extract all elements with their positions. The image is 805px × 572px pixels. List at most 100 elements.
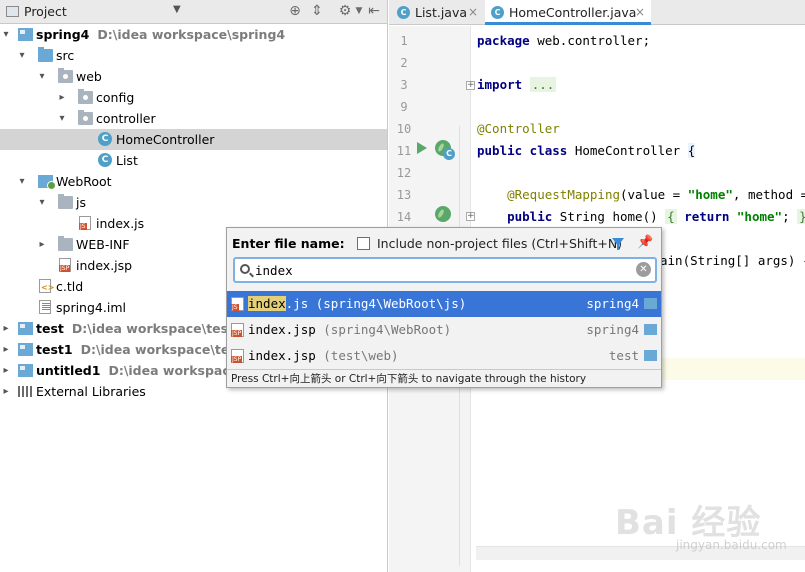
line-number: 1 [400, 34, 408, 48]
tree-item-label: List [116, 153, 138, 168]
tree-item-controller[interactable]: ▾ controller [0, 108, 387, 129]
file-search-input[interactable] [255, 261, 625, 279]
search-result-item[interactable]: JSP index.jsp (test\web) test [227, 343, 661, 369]
expand-arrow-icon[interactable]: ▾ [1, 24, 11, 45]
tab-homecontroller-java[interactable]: C HomeController.java × [485, 0, 651, 25]
tree-item-label: test [36, 321, 64, 336]
expand-arrow-icon[interactable]: ▾ [37, 66, 47, 87]
java-class-icon: C [98, 153, 112, 167]
result-match-text: index [248, 348, 286, 363]
package-icon [58, 68, 73, 83]
include-non-project-label[interactable]: Include non-project files (Ctrl+Shift+N) [377, 236, 622, 251]
result-match-text: index [248, 296, 286, 311]
module-icon [18, 364, 33, 377]
watermark-url: jingyan.baidu.com [676, 538, 787, 552]
collapsed-arrow-icon[interactable]: ▸ [37, 234, 47, 255]
result-match-text: index [248, 322, 286, 337]
search-result-item[interactable]: JS index.js (spring4\WebRoot\js) spring4 [227, 291, 661, 317]
project-panel-title[interactable]: Project [24, 4, 67, 19]
locate-target-icon[interactable]: ⊕ [287, 3, 303, 19]
line-number: 3 [400, 78, 408, 92]
java-class-icon: C [443, 148, 455, 160]
tree-item-label: spring4.iml [56, 300, 126, 315]
close-tab-icon[interactable]: × [635, 0, 645, 25]
js-file-icon: JS [231, 297, 244, 311]
js-file-icon: JS [79, 216, 91, 230]
code-line-13: @RequestMapping(value = "home", method =… [507, 187, 805, 202]
tree-item-label: External Libraries [36, 384, 146, 399]
file-search-box[interactable]: ✕ [233, 257, 657, 283]
tree-item-config[interactable]: ▸ config [0, 87, 387, 108]
run-gutter-icon[interactable] [417, 142, 427, 154]
source-folder-icon [38, 47, 53, 62]
goto-file-popup: Enter file name: Include non-project fil… [226, 227, 662, 388]
include-non-project-checkbox[interactable] [357, 237, 370, 250]
watermark-logo: Bai 经验 [615, 503, 762, 543]
line-number: 10 [396, 122, 412, 136]
result-path: (spring4\WebRoot\js) [308, 296, 467, 311]
result-path: (test\web) [315, 348, 399, 363]
expand-arrow-icon[interactable]: ▾ [17, 171, 27, 192]
result-module: spring4 [586, 322, 639, 337]
search-result-item[interactable]: JSP index.jsp (spring4\WebRoot) spring4 [227, 317, 661, 343]
java-class-icon: C [397, 6, 410, 19]
folder-icon [58, 236, 73, 251]
tree-item-js[interactable]: ▾ js [0, 192, 387, 213]
folded-imports[interactable]: ... [529, 77, 557, 92]
tree-item-homecontroller[interactable]: C HomeController [0, 129, 387, 150]
view-dropdown-icon[interactable]: ▼ [173, 4, 181, 15]
java-class-icon: C [491, 6, 504, 19]
tree-item-path: D:\idea workspace\spring4 [97, 27, 286, 42]
module-icon [18, 322, 33, 335]
tree-item-label: index.js [96, 216, 145, 231]
expand-arrow-icon[interactable]: ▾ [37, 192, 47, 213]
line-number: 9 [400, 100, 408, 114]
spring-bean-icon[interactable] [435, 206, 451, 222]
tree-item-webroot[interactable]: ▾ WebRoot [0, 171, 387, 192]
collapse-all-icon[interactable]: ⇕ [309, 3, 325, 19]
hide-panel-icon[interactable]: ⇤ [366, 3, 382, 19]
filter-icon[interactable] [612, 238, 624, 250]
tab-list-java[interactable]: C List.java × [393, 0, 481, 25]
clear-search-icon[interactable]: ✕ [636, 262, 651, 277]
tree-item-src[interactable]: ▾ src [0, 45, 387, 66]
line-number: 12 [396, 166, 412, 180]
tree-item-label: WEB-INF [76, 237, 130, 252]
code-line-14: public String home() { return "home"; } [477, 209, 805, 224]
code-line-10: @Controller [477, 121, 560, 136]
expand-arrow-icon[interactable]: ▾ [17, 45, 27, 66]
collapsed-arrow-icon[interactable]: ▸ [57, 87, 67, 108]
result-module: test [608, 348, 639, 363]
popup-hint: Press Ctrl+向上箭头 or Ctrl+向下箭头 to navigate… [227, 369, 661, 388]
collapsed-arrow-icon[interactable]: ▸ [1, 339, 11, 360]
collapsed-arrow-icon[interactable]: ▸ [1, 381, 11, 402]
settings-dropdown-icon[interactable]: ▼ [351, 3, 367, 19]
collapsed-arrow-icon[interactable]: ▸ [1, 360, 11, 381]
jsp-file-icon: JSP [231, 323, 244, 337]
collapsed-arrow-icon[interactable]: ▸ [1, 318, 11, 339]
tree-item-web[interactable]: ▾ web [0, 66, 387, 87]
jsp-file-icon: JSP [59, 258, 71, 272]
close-tab-icon[interactable]: × [468, 0, 478, 25]
editor-tab-bar: C List.java × C HomeController.java × [389, 0, 805, 25]
tree-item-label: WebRoot [56, 174, 112, 189]
line-number: 11 [396, 144, 412, 158]
expand-arrow-icon[interactable]: ▾ [57, 108, 67, 129]
tree-item-label: controller [96, 111, 156, 126]
folder-icon [58, 194, 73, 209]
result-rest-text: .jsp [285, 348, 316, 363]
result-path: (spring4\WebRoot) [315, 322, 452, 337]
tree-item-spring4[interactable]: ▾ spring4 D:\idea workspace\spring4 [0, 24, 387, 45]
library-icon [18, 385, 33, 398]
code-line-16: ain(String[] args) { [660, 253, 805, 268]
code-line-11: public class HomeController { [477, 143, 696, 158]
tree-item-list[interactable]: C List [0, 150, 387, 171]
line-number: 14 [396, 210, 412, 224]
code-line-3: import ... [477, 77, 557, 92]
java-class-icon: C [98, 132, 112, 146]
package-icon [78, 110, 93, 125]
package-icon [78, 89, 93, 104]
result-module: spring4 [586, 296, 639, 311]
project-folder-icon [6, 6, 19, 17]
pin-icon[interactable]: 📌 [637, 235, 653, 250]
